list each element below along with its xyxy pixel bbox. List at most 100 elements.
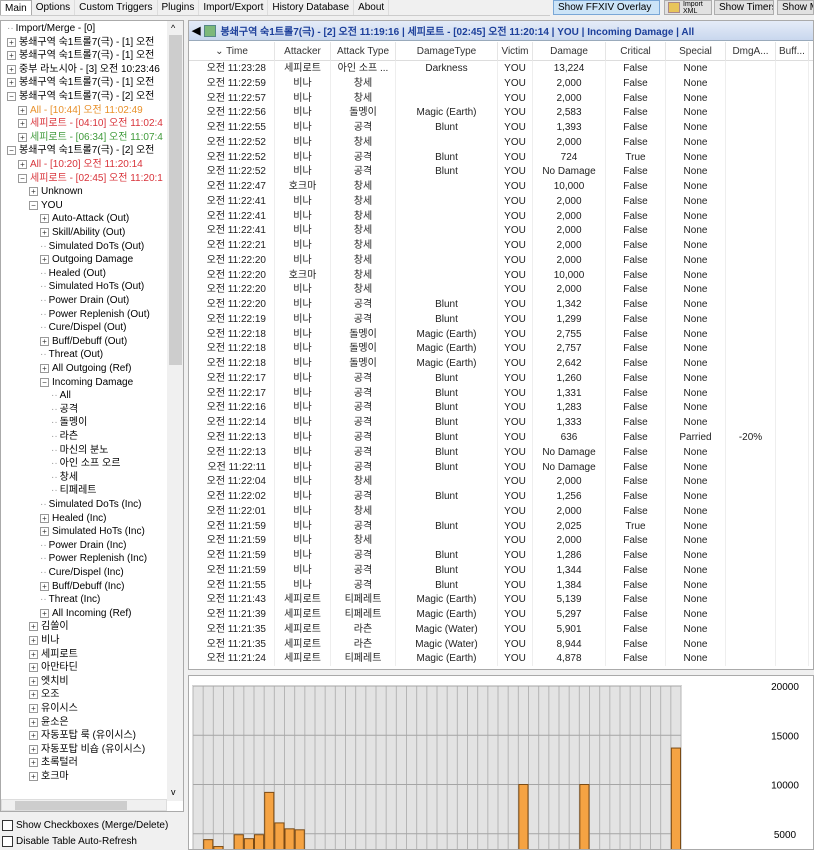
tree-node[interactable]: + 호크마 [29, 770, 69, 784]
tree-node[interactable]: ·· 공격 [51, 403, 78, 417]
collapse-icon[interactable]: − [18, 173, 27, 183]
tree-node[interactable]: + 초록털러 [29, 756, 78, 770]
table-row[interactable]: 오전 11:22:20 비나 공격 Blunt YOU 1,342 False None [189, 297, 813, 313]
tree-scroll-thumb[interactable] [169, 35, 182, 365]
table-row[interactable]: 오전 11:22:18 비나 돌멩이 Magic (Earth) YOU 2,755 Fal… [189, 326, 813, 342]
tree-node[interactable]: ·· Cure/Dispel (Out) [40, 321, 126, 335]
table-row[interactable]: 오전 11:22:47 호크마 창세 YOU 10,000 False None [189, 179, 813, 195]
table-row[interactable]: 오전 11:21:24 세피로트 티페레트 Magic (Earth) YOU 4,878… [189, 651, 813, 667]
tree-node[interactable]: ·· 라츤 [51, 430, 78, 444]
tab-import-export[interactable]: Import/Export [199, 0, 269, 15]
tree-node[interactable]: + Healed (Inc) [40, 512, 106, 526]
tree-node[interactable]: + 자동포탑 룩 (유이시스) [29, 729, 136, 743]
tree-node[interactable]: + All - [10:20] 오전 11:20:14 [18, 158, 143, 172]
table-row[interactable]: 오전 11:22:02 비나 공격 Blunt YOU 1,256 False None [189, 489, 813, 505]
column-header-1[interactable]: Attacker [275, 42, 331, 61]
tree-hscroll-thumb[interactable] [15, 801, 127, 810]
table-row[interactable]: 오전 11:22:01 비나 창세 YOU 2,000 False None [189, 503, 813, 519]
collapse-icon[interactable]: − [7, 146, 16, 156]
tree-node[interactable]: − Incoming Damage [40, 376, 133, 390]
tree-node[interactable]: + Outgoing Damage [40, 253, 133, 267]
table-row[interactable]: 오전 11:22:18 비나 돌멩이 Magic (Earth) YOU 2,757 Fal… [189, 341, 813, 357]
expand-icon[interactable]: + [29, 676, 38, 686]
expand-icon[interactable]: + [29, 649, 38, 659]
tree-node[interactable]: + 아만타딘 [29, 661, 78, 675]
tab-history-database[interactable]: History Database [268, 0, 355, 15]
tree-node[interactable]: ·· Simulated HoTs (Out) [40, 280, 144, 294]
tree-node[interactable]: + All Outgoing (Ref) [40, 362, 131, 376]
expand-icon[interactable]: + [18, 160, 27, 169]
collapse-icon[interactable]: − [40, 377, 49, 387]
expand-icon[interactable]: + [40, 527, 49, 537]
column-header-6[interactable]: Critical [606, 42, 666, 61]
table-row[interactable]: 오전 11:22:16 비나 공격 Blunt YOU 1,283 False None [189, 400, 813, 416]
expand-icon[interactable]: + [29, 187, 38, 197]
tab-custom-triggers[interactable]: Custom Triggers [75, 0, 158, 15]
column-header-8[interactable]: DmgA... [726, 42, 776, 61]
table-row[interactable]: 오전 11:21:43 세피로트 티페레트 Magic (Earth) YOU 5,139… [189, 592, 813, 608]
column-header-3[interactable]: DamageType [396, 42, 498, 61]
table-row[interactable]: 오전 11:22:14 비나 공격 Blunt YOU 1,333 False None [189, 415, 813, 431]
tree-node[interactable]: + Skill/Ability (Out) [40, 226, 125, 240]
expand-icon[interactable]: + [18, 105, 27, 115]
tree-node[interactable]: ·· 창세 [51, 471, 78, 485]
tree-node[interactable]: ·· All [51, 389, 71, 403]
expand-icon[interactable]: + [40, 214, 49, 224]
scroll-down-icon[interactable]: v [171, 787, 176, 797]
expand-icon[interactable]: + [29, 731, 38, 741]
column-header-5[interactable]: Damage [533, 42, 606, 61]
column-header-7[interactable]: Special [666, 42, 726, 61]
tree-node[interactable]: ·· Threat (Inc) [40, 593, 100, 607]
tree-node[interactable]: + Unknown [29, 185, 83, 199]
table-row[interactable]: 오전 11:22:18 비나 돌멩이 Magic (Earth) YOU 2,642 Fal… [189, 356, 813, 372]
table-row[interactable]: 오전 11:22:13 비나 공격 Blunt YOU No Damage False Non… [189, 444, 813, 460]
tree-node[interactable]: ·· Simulated DoTs (Out) [40, 240, 144, 254]
table-row[interactable]: 오전 11:21:35 세피로트 라츤 Magic (Water) YOU 8,944 Fa… [189, 636, 813, 652]
table-row[interactable]: 오전 11:22:41 비나 창세 YOU 2,000 False None [189, 193, 813, 209]
table-row[interactable]: 오전 11:22:20 호크마 창세 YOU 10,000 False None [189, 267, 813, 283]
collapse-icon[interactable]: − [29, 200, 38, 210]
tree-node[interactable]: ·· 아인 소프 오르 [51, 457, 120, 471]
tree-node[interactable]: + 봉쇄구역 숙1트롤7(극) - [1] 오전 [7, 76, 154, 90]
table-row[interactable]: 오전 11:21:59 비나 공격 Blunt YOU 1,344 False None [189, 562, 813, 578]
expand-icon[interactable]: + [7, 37, 16, 47]
table-row[interactable]: 오전 11:22:41 비나 창세 YOU 2,000 False None [189, 223, 813, 239]
expand-icon[interactable]: + [29, 704, 38, 713]
column-header-9[interactable]: Buff... [776, 42, 809, 61]
show-checkboxes-option[interactable]: Show Checkboxes (Merge/Delete) [2, 818, 168, 832]
tree-node[interactable]: + 김쏠이 [29, 620, 69, 634]
expand-icon[interactable]: + [29, 690, 38, 700]
expand-icon[interactable]: + [40, 228, 49, 237]
column-header-4[interactable]: Victim [498, 42, 533, 61]
expand-icon[interactable]: + [40, 255, 49, 265]
tree-node[interactable]: − 봉쇄구역 숙1트롤7(극) - [2] 오전 [7, 144, 154, 158]
tree-node[interactable]: + 유이시스 [29, 702, 78, 716]
tree-node[interactable]: ·· Power Drain (Out) [40, 294, 129, 308]
table-row[interactable]: 오전 11:22:52 비나 공격 Blunt YOU 724 True None [189, 149, 813, 165]
tree-node[interactable]: ·· 티페레트 [51, 484, 96, 498]
collapse-icon[interactable]: − [7, 92, 16, 101]
tree-node[interactable]: + 윤소은 [29, 716, 69, 730]
tree-node[interactable]: − 봉쇄구역 숙1트롤7(극) - [2] 오전 [7, 90, 154, 104]
expand-icon[interactable]: + [29, 622, 38, 632]
disable-refresh-option[interactable]: Disable Table Auto-Refresh [2, 834, 137, 848]
tree-node[interactable]: ·· Power Replenish (Inc) [40, 552, 147, 566]
table-row[interactable]: 오전 11:22:56 비나 돌멩이 Magic (Earth) YOU 2,583 Fal… [189, 105, 813, 121]
table-row[interactable]: 오전 11:21:59 비나 공격 Blunt YOU 1,286 False None [189, 548, 813, 564]
tree-node[interactable]: ·· 돌멩이 [51, 416, 87, 430]
tree-node[interactable]: + 봉쇄구역 숙1트롤7(극) - [1] 오전 [7, 49, 154, 63]
tab-options[interactable]: Options [32, 0, 76, 15]
table-row[interactable]: 오전 11:21:35 세피로트 라츤 Magic (Water) YOU 5,901 Fa… [189, 621, 813, 637]
expand-icon[interactable]: + [40, 336, 49, 346]
tree-node[interactable]: + 비나 [29, 634, 59, 648]
tree-node[interactable]: ·· 마신의 분노 [51, 444, 108, 458]
table-row[interactable]: 오전 11:21:39 세피로트 티페레트 Magic (Earth) YOU 5,297… [189, 607, 813, 623]
import-xml-button[interactable]: Import XML [664, 0, 712, 15]
tree-node[interactable]: ·· Power Drain (Inc) [40, 539, 126, 553]
table-row[interactable]: 오전 11:22:04 비나 창세 YOU 2,000 False None [189, 474, 813, 490]
table-row[interactable]: 오전 11:22:57 비나 창세 YOU 2,000 False None [189, 90, 813, 106]
column-header-0[interactable]: ⌄ Time [189, 42, 275, 61]
expand-icon[interactable]: + [29, 717, 38, 727]
tree-node[interactable]: ·· Threat (Out) [40, 348, 103, 362]
expand-icon[interactable]: + [7, 78, 16, 88]
